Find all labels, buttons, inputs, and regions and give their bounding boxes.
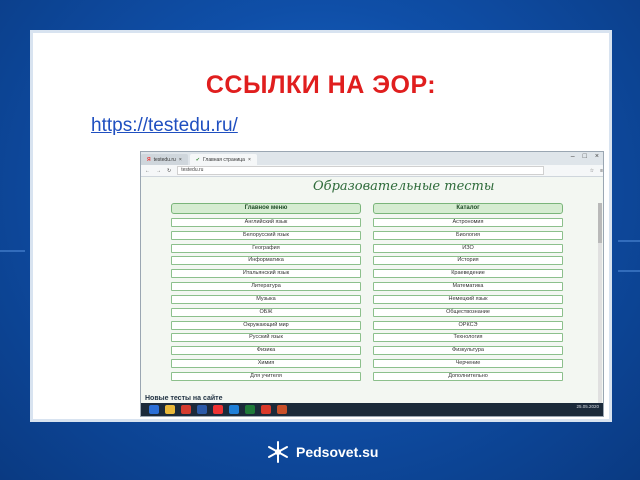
menu-icon[interactable]: ≡ — [600, 168, 603, 174]
subject-link[interactable]: Музыка — [171, 294, 361, 304]
browser-screenshot: Я testedu.ru × ✔ Главная страница × – □ … — [140, 151, 604, 417]
subject-link[interactable]: Литература — [171, 282, 361, 292]
subject-link[interactable]: Русский язык — [171, 333, 361, 343]
window-controls: – □ × — [571, 153, 599, 160]
opera-icon[interactable] — [181, 405, 191, 414]
tab-label: Главная страница — [202, 156, 245, 163]
subject-link[interactable]: Дополнительно — [373, 371, 563, 381]
chrome-icon[interactable] — [261, 405, 271, 414]
subject-link[interactable]: Математика — [373, 282, 563, 292]
forward-icon[interactable]: → — [156, 168, 161, 174]
close-window-icon[interactable]: × — [595, 153, 599, 160]
subject-link[interactable]: Информатика — [171, 256, 361, 266]
subject-link[interactable]: Английский язык — [171, 217, 361, 227]
new-tests-heading: Новые тесты на сайте — [145, 395, 223, 402]
tray-clock: 25.05.2020 — [576, 404, 599, 409]
catalog-column: Каталог Астрономия Биология ИЗО История Крае… — [373, 203, 563, 381]
subject-link[interactable]: Окружающий мир — [171, 320, 361, 330]
testedu-link[interactable]: https://testedu.ru/ — [91, 115, 238, 137]
catalog-header: Каталог — [373, 203, 563, 214]
decor-line — [618, 240, 640, 242]
yandex-browser-icon[interactable] — [213, 405, 223, 414]
subject-link[interactable]: Астрономия — [373, 217, 563, 227]
close-icon[interactable]: × — [179, 157, 182, 163]
browser-tabbar: Я testedu.ru × ✔ Главная страница × – □ … — [141, 152, 603, 165]
page-scrollbar[interactable] — [598, 203, 602, 416]
folder-icon[interactable] — [165, 405, 175, 414]
decor-line — [618, 270, 640, 272]
reload-icon[interactable]: ↻ — [167, 168, 171, 174]
subject-link[interactable]: Краеведение — [373, 269, 563, 279]
windows-taskbar: 25.05.2020 — [141, 403, 603, 416]
minimize-icon[interactable]: – — [571, 153, 575, 160]
start-icon[interactable] — [149, 405, 159, 414]
tab-label: testedu.ru — [153, 156, 176, 163]
main-menu-column: Главное меню Английский язык Белорусский … — [171, 203, 361, 381]
subject-link[interactable]: Обществознание — [373, 307, 563, 317]
subject-link[interactable]: Итальянский язык — [171, 269, 361, 279]
back-icon[interactable]: ← — [145, 168, 150, 174]
tray-date: 25.05.2020 — [576, 404, 599, 409]
subject-link[interactable]: ИЗО — [373, 243, 563, 253]
slide-title: ССЫЛКИ НА ЭОР: — [205, 71, 437, 99]
site-title: Образовательные тесты — [313, 179, 495, 194]
excel-icon[interactable] — [245, 405, 255, 414]
subject-link[interactable]: Физика — [171, 346, 361, 356]
word-icon[interactable] — [197, 405, 207, 414]
url-field[interactable]: testedu.ru — [177, 166, 544, 175]
yandex-icon: Я — [147, 156, 151, 163]
checkmark-icon: ✔ — [195, 156, 200, 163]
powerpoint-icon[interactable] — [277, 405, 287, 414]
pedsovet-brand: Pedsovet.su — [296, 444, 379, 460]
browser-tab[interactable]: Я testedu.ru × — [141, 154, 188, 165]
subject-link[interactable]: Физкультура — [373, 346, 563, 356]
maximize-icon[interactable]: □ — [583, 153, 587, 160]
subject-link[interactable]: ОБЖ — [171, 307, 361, 317]
browser-tab-active[interactable]: ✔ Главная страница × — [189, 154, 257, 165]
subject-link[interactable]: История — [373, 256, 563, 266]
site-page: Образовательные тесты Главное меню Англи… — [141, 177, 603, 416]
ie-icon[interactable] — [229, 405, 239, 414]
snowflake-icon — [268, 441, 288, 463]
decor-line — [0, 250, 25, 252]
subject-link[interactable]: Черчение — [373, 359, 563, 369]
subject-link[interactable]: Немецкий язык — [373, 294, 563, 304]
close-icon[interactable]: × — [248, 157, 251, 163]
subject-link[interactable]: Для учителя — [171, 371, 361, 381]
subject-link[interactable]: Технология — [373, 333, 563, 343]
subject-link[interactable]: Химия — [171, 359, 361, 369]
subject-link[interactable]: ОРКСЭ — [373, 320, 563, 330]
slide: ССЫЛКИ НА ЭОР: https://testedu.ru/ Я tes… — [30, 30, 612, 422]
address-bar: ← → ↻ testedu.ru ☆ ≡ — [141, 165, 603, 177]
subject-link[interactable]: Белорусский язык — [171, 230, 361, 240]
subject-link[interactable]: Биология — [373, 230, 563, 240]
pedsovet-logo: Pedsovet.su — [266, 440, 378, 464]
main-menu-header: Главное меню — [171, 203, 361, 214]
star-icon[interactable]: ☆ — [590, 168, 594, 174]
subject-link[interactable]: География — [171, 243, 361, 253]
